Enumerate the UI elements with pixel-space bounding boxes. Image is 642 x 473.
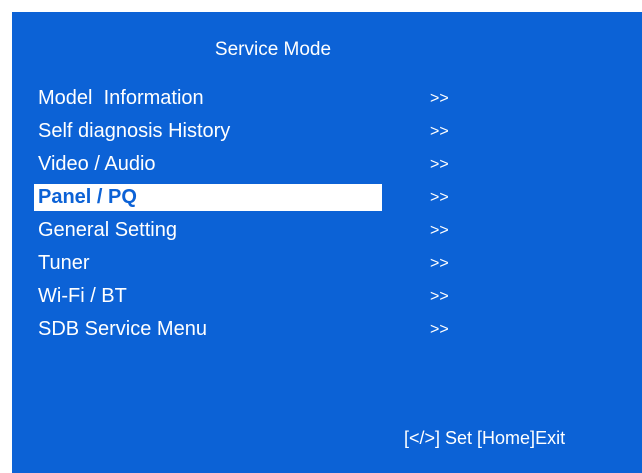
menu-item-label: Panel / PQ: [34, 184, 382, 211]
service-menu: Model Information >> Self diagnosis Hist…: [34, 85, 464, 349]
menu-item-label: Wi-Fi / BT: [38, 285, 127, 307]
menu-item-panel-pq[interactable]: Panel / PQ >>: [34, 184, 464, 217]
submenu-arrow-icon: >>: [430, 288, 449, 305]
menu-item-self-diagnosis-history[interactable]: Self diagnosis History >>: [34, 118, 464, 151]
service-mode-screen: Service Mode Model Information >> Self d…: [12, 12, 642, 473]
page-title: Service Mode: [214, 39, 332, 60]
menu-item-label: Video / Audio: [38, 153, 156, 175]
submenu-arrow-icon: >>: [430, 255, 449, 272]
menu-item-label: Tuner: [38, 252, 90, 274]
key-hint: [</>] Set [Home]Exit: [404, 428, 566, 448]
menu-item-video-audio[interactable]: Video / Audio >>: [34, 151, 464, 184]
menu-item-model-information[interactable]: Model Information >>: [34, 85, 464, 118]
menu-item-label: SDB Service Menu: [38, 318, 207, 340]
menu-item-label: Model Information: [38, 87, 204, 109]
menu-item-general-setting[interactable]: General Setting >>: [34, 217, 464, 250]
submenu-arrow-icon: >>: [430, 321, 449, 338]
submenu-arrow-icon: >>: [430, 90, 449, 107]
submenu-arrow-icon: >>: [430, 189, 449, 206]
menu-item-sdb-service-menu[interactable]: SDB Service Menu >>: [34, 316, 464, 349]
submenu-arrow-icon: >>: [430, 123, 449, 140]
submenu-arrow-icon: >>: [430, 222, 449, 239]
submenu-arrow-icon: >>: [430, 156, 449, 173]
menu-item-wifi-bt[interactable]: Wi-Fi / BT >>: [34, 283, 464, 316]
menu-item-tuner[interactable]: Tuner >>: [34, 250, 464, 283]
menu-item-label: General Setting: [38, 219, 177, 241]
menu-item-label: Self diagnosis History: [38, 120, 231, 142]
